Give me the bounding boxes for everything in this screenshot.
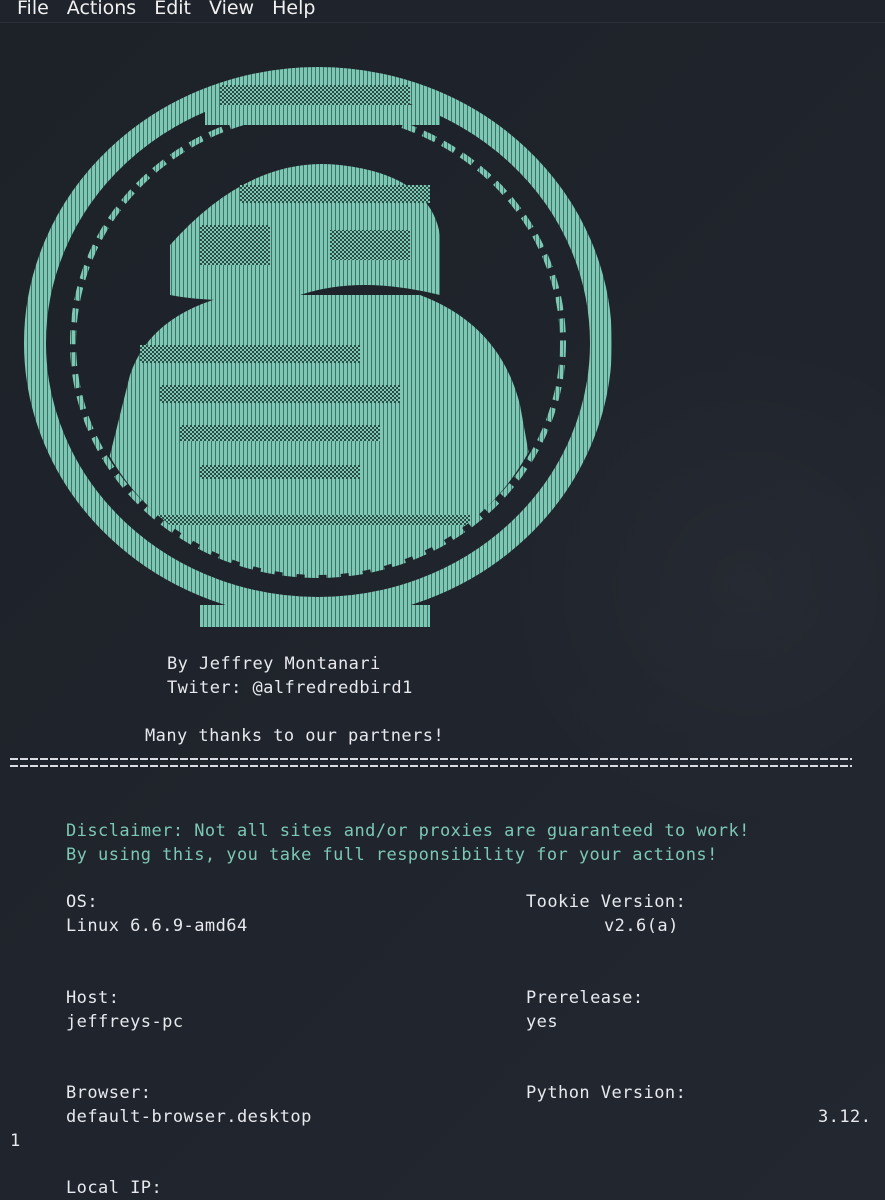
owl-band-2	[160, 385, 400, 403]
disclaimer-line-2: By using this, you take full responsibil…	[66, 845, 718, 865]
python-value-part2: 1	[10, 1131, 21, 1151]
logo-bottom-cap	[200, 605, 430, 627]
menu-actions[interactable]: Actions	[59, 0, 146, 18]
host-label: Host:	[66, 988, 120, 1008]
python-label: Python Version:	[526, 1083, 687, 1103]
separator-line	[10, 758, 852, 767]
menu-help[interactable]: Help	[264, 0, 325, 18]
owl-eye-right	[330, 230, 410, 260]
menu-file[interactable]: File	[0, 0, 59, 18]
owl-band-5	[150, 515, 470, 525]
python-value-part1: 3.12.	[818, 1107, 872, 1127]
menu-view[interactable]: View	[201, 0, 264, 18]
owl-band-3	[180, 425, 380, 441]
owl-eye-band	[240, 185, 430, 203]
disclaimer-line-1: Disclaimer: Not all sites and/or proxies…	[66, 821, 750, 841]
os-label: OS:	[66, 892, 99, 912]
localip-label: Local IP:	[66, 1178, 163, 1198]
menu-bar: File Actions Edit View Help	[0, 0, 885, 23]
owl-band-1	[140, 345, 360, 363]
ascii-owl-logo	[24, 67, 612, 627]
os-value: Linux 6.6.9-amd64	[66, 916, 248, 936]
browser-value: default-browser.desktop	[66, 1107, 312, 1127]
author-line: By Jeffrey Montanari	[167, 654, 381, 674]
prerelease-value: yes	[526, 1012, 559, 1032]
menu-edit[interactable]: Edit	[146, 0, 201, 18]
thanks-line: Many thanks to our partners!	[145, 726, 445, 746]
host-value: jeffreys-pc	[66, 1012, 184, 1032]
twitter-line: Twiter: @alfredredbird1	[167, 678, 413, 698]
version-value: v2.6(a)	[604, 916, 679, 936]
logo-top-dots	[220, 85, 410, 105]
owl-band-4	[200, 465, 360, 479]
browser-label: Browser:	[66, 1083, 152, 1103]
prerelease-label: Prerelease:	[526, 988, 644, 1008]
version-label: Tookie Version:	[526, 892, 687, 912]
owl-eye-left	[200, 225, 270, 265]
logo-top-cap	[205, 105, 440, 125]
